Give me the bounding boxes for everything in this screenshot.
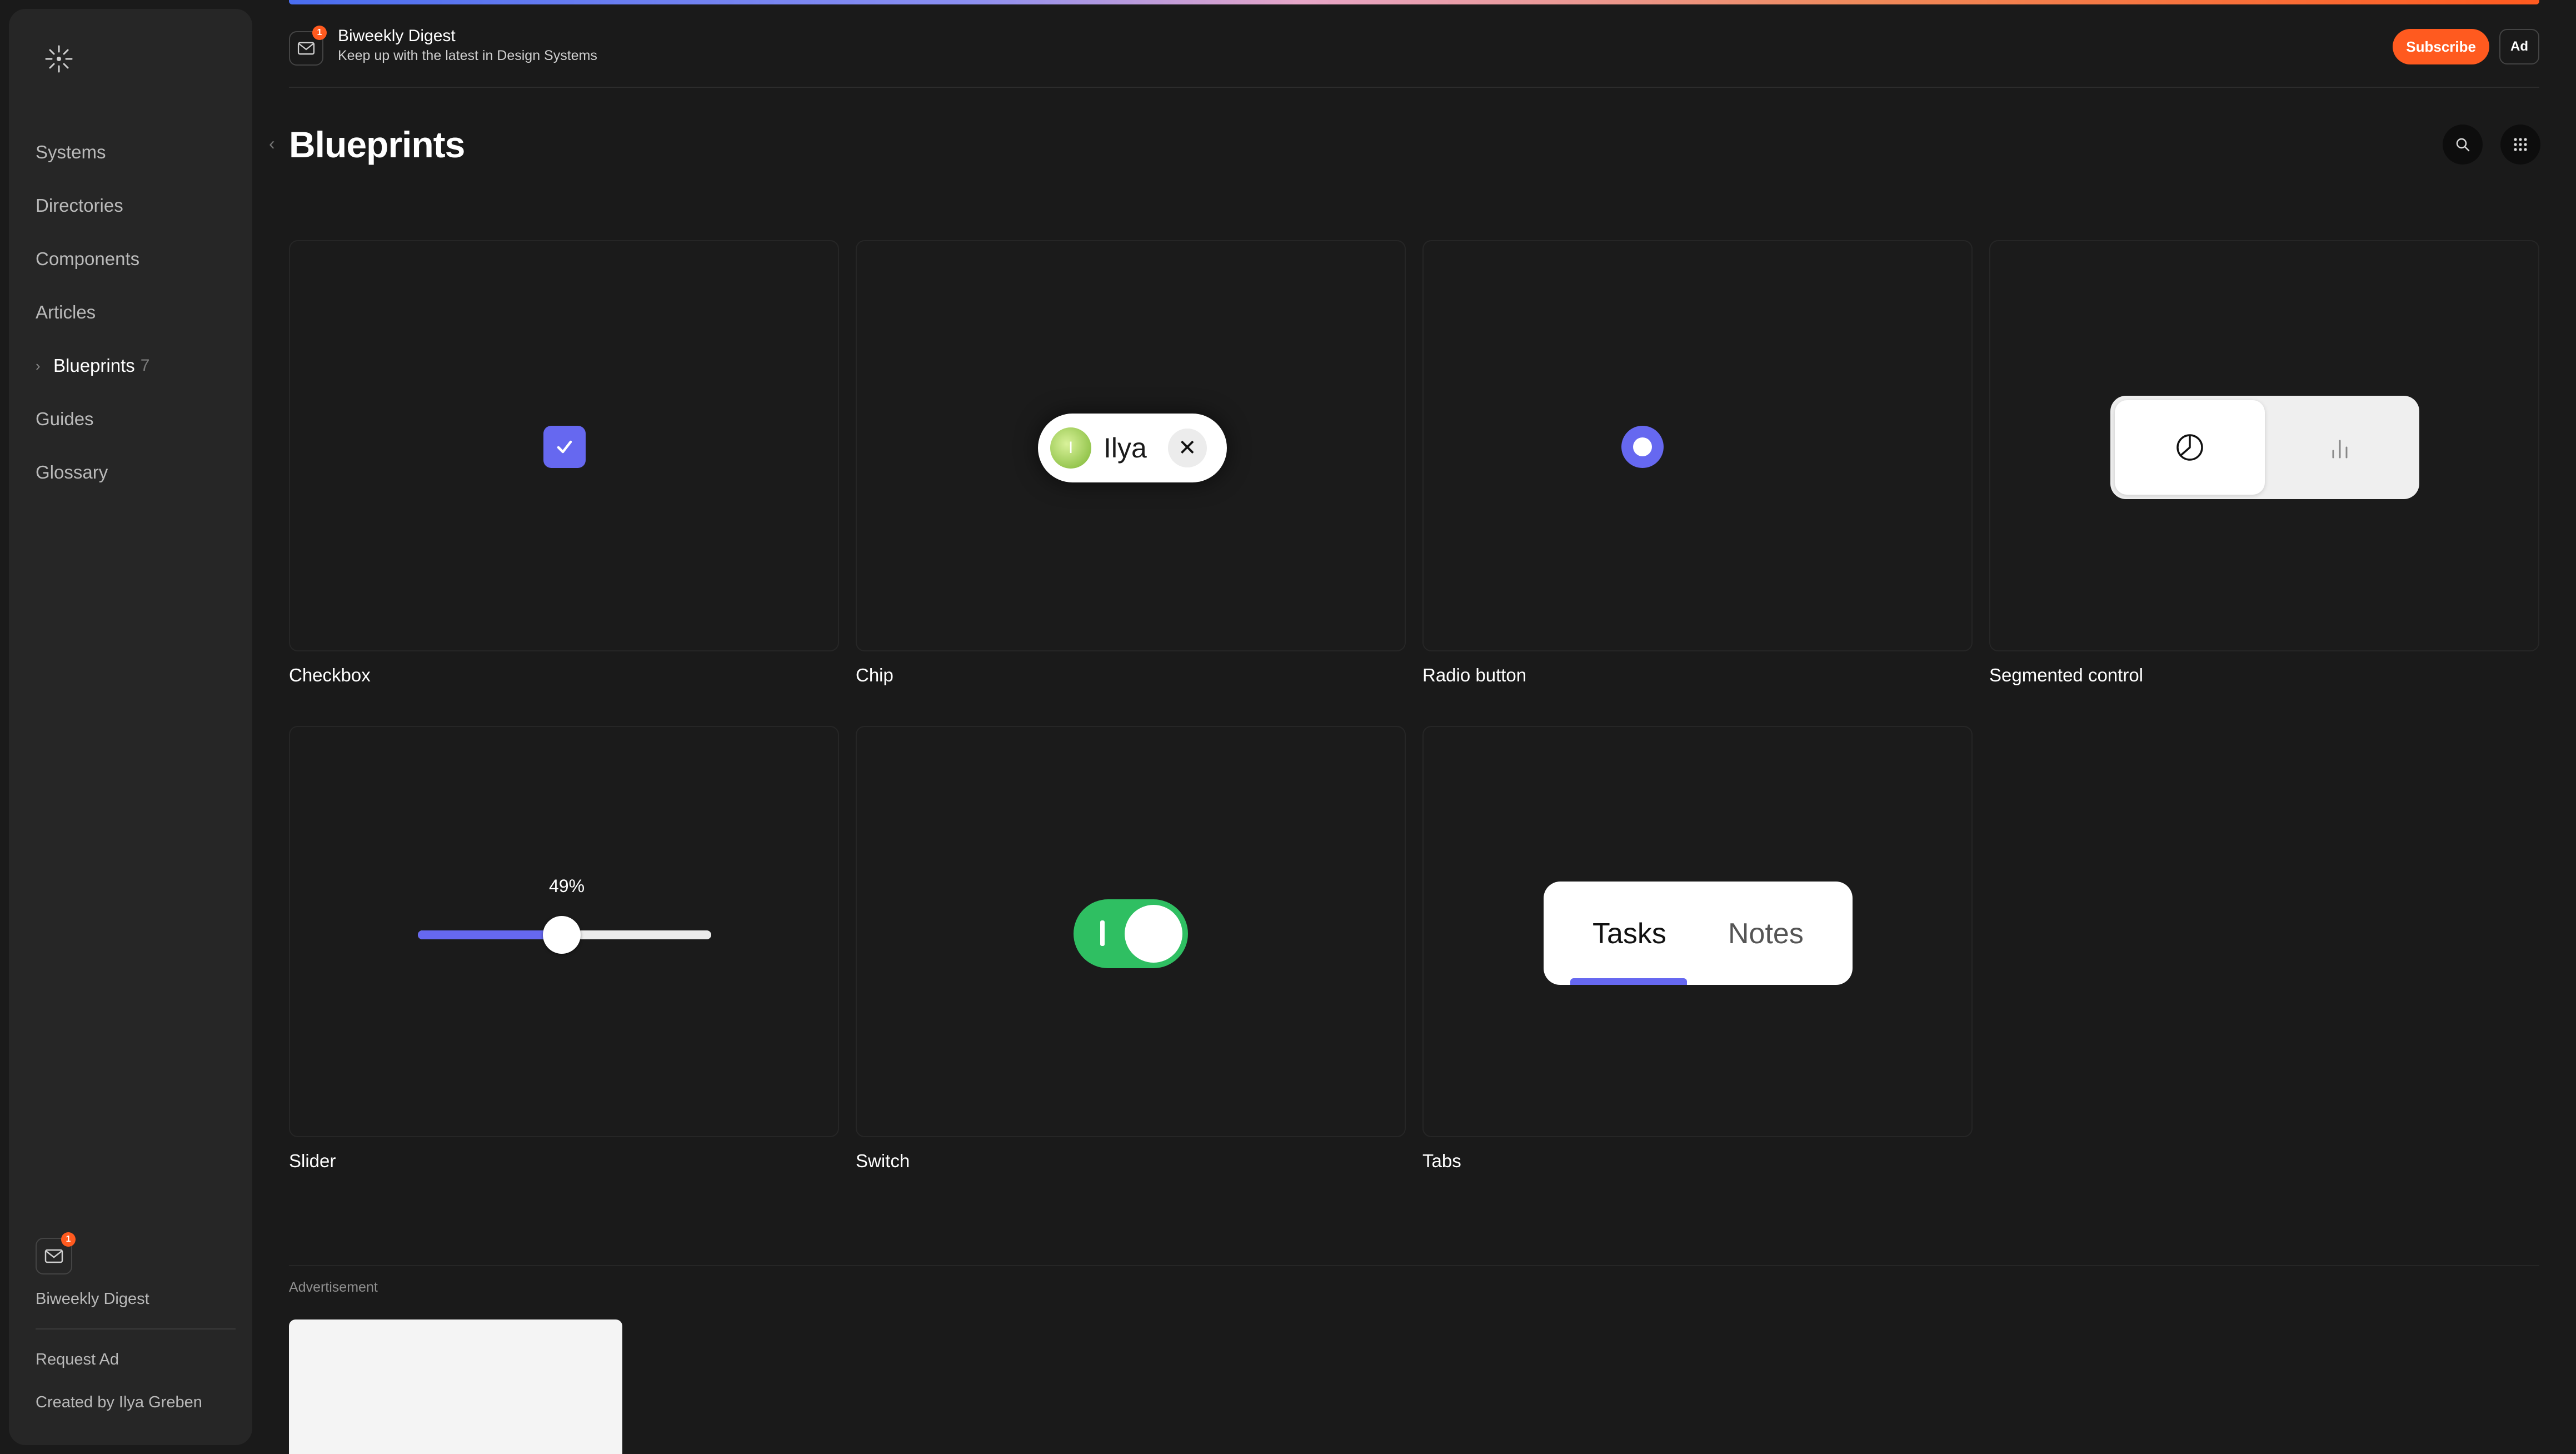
notification-badge: 1 <box>312 26 327 40</box>
card-label: Switch <box>856 1151 910 1171</box>
divider <box>289 1265 2539 1266</box>
card-checkbox[interactable] <box>289 240 839 651</box>
slider-track <box>418 916 711 954</box>
advertisement-banner[interactable] <box>289 1319 622 1454</box>
mail-icon <box>297 42 315 55</box>
sidebar-item-articles[interactable]: Articles <box>36 286 236 339</box>
card-label: Chip <box>856 665 893 685</box>
top-gradient-bar <box>289 0 2539 4</box>
slider-thumb <box>542 916 581 954</box>
avatar: I <box>1050 427 1091 469</box>
sidebar: Systems Directories Components Articles … <box>9 9 252 1445</box>
digest-link[interactable]: Biweekly Digest <box>36 1290 236 1308</box>
sidebar-item-label: Glossary <box>36 462 108 482</box>
sparkle-logo-icon[interactable] <box>36 36 82 82</box>
card-label: Checkbox <box>289 665 371 685</box>
card-label: Segmented control <box>1989 665 2144 685</box>
pie-chart-icon <box>2176 434 2203 461</box>
sidebar-item-systems[interactable]: Systems <box>36 126 236 179</box>
sidebar-item-count: 7 <box>140 356 150 375</box>
sidebar-item-blueprints[interactable]: › Blueprints 7 <box>36 339 236 392</box>
checkbox-preview <box>543 426 586 468</box>
slider-fill <box>418 930 562 939</box>
segment-pie <box>2115 400 2265 495</box>
advertisement-label: Advertisement <box>289 1279 378 1295</box>
tab-tasks: Tasks <box>1592 918 1666 950</box>
divider <box>36 1328 236 1329</box>
digest-mail-button[interactable]: 1 <box>36 1232 76 1274</box>
page-title: Blueprints <box>289 124 465 165</box>
check-icon <box>557 440 572 454</box>
sidebar-item-label: Systems <box>36 142 106 162</box>
digest-mail-button[interactable]: 1 <box>289 26 327 66</box>
sidebar-item-guides[interactable]: Guides <box>36 392 236 446</box>
ad-button[interactable]: Ad <box>2499 29 2539 64</box>
grid-icon <box>2514 138 2527 151</box>
chevron-left-icon[interactable]: ‹ <box>269 133 275 154</box>
sidebar-footer: 1 Biweekly Digest Request Ad Created by … <box>36 1232 236 1412</box>
created-by-link[interactable]: Created by Ilya Greben <box>36 1393 236 1412</box>
segment-bars <box>2265 400 2415 495</box>
sidebar-item-glossary[interactable]: Glossary <box>36 446 236 499</box>
mail-icon <box>44 1249 63 1263</box>
digest-banner: 1 Biweekly Digest Keep up with the lates… <box>289 26 2539 67</box>
card-radio-button[interactable] <box>1422 240 1973 651</box>
card-label: Tabs <box>1422 1151 1461 1171</box>
tabs-preview: Tasks Notes <box>1544 882 1853 985</box>
chip-label: Ilya <box>1104 432 1147 464</box>
segmented-control-preview <box>2110 396 2419 499</box>
sidebar-item-label: Guides <box>36 409 94 429</box>
sidebar-item-label: Articles <box>36 302 96 322</box>
grid-menu-button[interactable] <box>2500 125 2540 165</box>
sidebar-item-directories[interactable]: Directories <box>36 179 236 232</box>
card-label: Radio button <box>1422 665 1527 685</box>
request-ad-link[interactable]: Request Ad <box>36 1351 236 1369</box>
sidebar-item-components[interactable]: Components <box>36 232 236 286</box>
subscribe-button[interactable]: Subscribe <box>2393 29 2489 64</box>
card-segmented-control[interactable] <box>1989 240 2539 651</box>
radio-dot <box>1633 437 1652 456</box>
switch-on-mark <box>1100 920 1105 946</box>
switch-preview <box>1074 899 1188 968</box>
digest-subtitle: Keep up with the latest in Design System… <box>338 48 597 63</box>
sidebar-nav: Systems Directories Components Articles … <box>36 126 236 499</box>
chip-preview: I Ilya ✕ <box>1038 414 1227 482</box>
bar-chart-icon <box>2332 440 2348 459</box>
tab-notes: Notes <box>1728 918 1804 950</box>
digest-title: Biweekly Digest <box>338 27 456 45</box>
divider <box>289 87 2539 88</box>
sidebar-item-label: Components <box>36 248 140 269</box>
slider-value: 49% <box>549 876 585 896</box>
sidebar-item-label: Directories <box>36 195 123 216</box>
tab-indicator <box>1570 978 1687 985</box>
card-label: Slider <box>289 1151 336 1171</box>
switch-knob <box>1125 905 1182 963</box>
close-icon: ✕ <box>1167 429 1207 467</box>
notification-badge: 1 <box>61 1232 76 1247</box>
radio-preview <box>1621 426 1664 468</box>
card-chip[interactable]: I Ilya ✕ <box>856 240 1406 651</box>
card-tabs[interactable]: Tasks Notes <box>1422 726 1973 1137</box>
card-switch[interactable] <box>856 726 1406 1137</box>
search-icon <box>2456 138 2470 152</box>
sidebar-item-label: Blueprints <box>53 355 135 376</box>
search-button[interactable] <box>2443 125 2483 165</box>
chevron-right-icon: › <box>36 357 41 374</box>
card-slider[interactable]: 49% <box>289 726 839 1137</box>
